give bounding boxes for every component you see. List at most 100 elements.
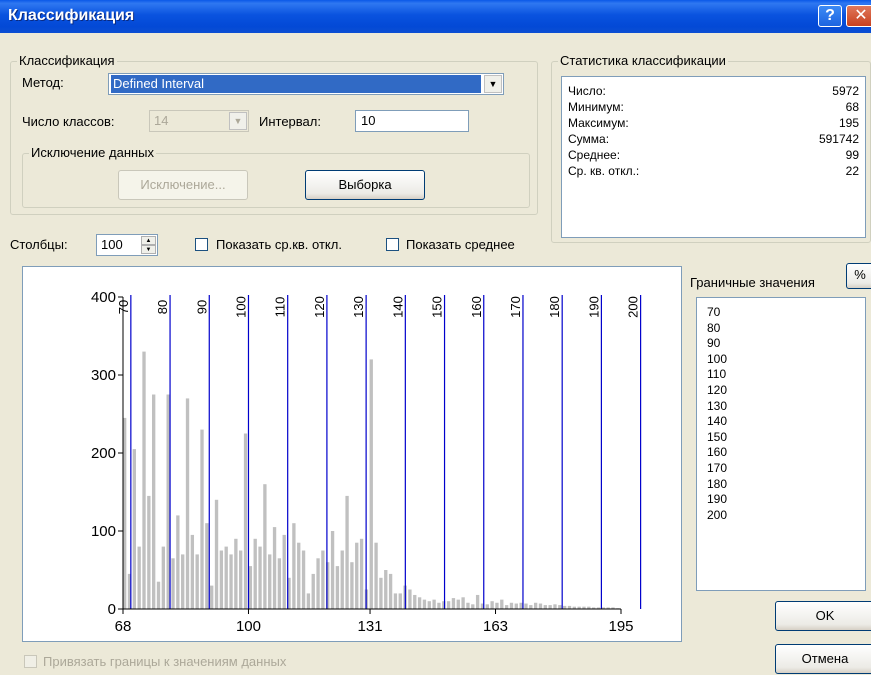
histogram-bar [311, 573, 315, 609]
histogram-bar [210, 585, 214, 609]
histogram-bar [248, 566, 253, 609]
histogram-bar [437, 602, 441, 609]
x-tick-label: 100 [236, 618, 261, 635]
histogram-bar [451, 598, 456, 609]
histogram-bar [369, 359, 373, 609]
histogram-bar [495, 602, 499, 609]
cancel-button[interactable]: Отмена [775, 644, 871, 674]
histogram-bar [529, 605, 533, 609]
break-value-item[interactable]: 80 [707, 321, 720, 336]
histogram-bar [156, 581, 161, 609]
histogram-bar [190, 534, 195, 609]
y-tick-label: 0 [108, 601, 116, 618]
break-value-item[interactable]: 100 [707, 352, 727, 367]
stat-row: Минимум: 68 [568, 100, 859, 114]
x-tick-label: 131 [358, 618, 383, 635]
percent-button[interactable]: % [846, 263, 871, 289]
histogram-bar [553, 604, 557, 609]
histogram-bar [229, 554, 233, 609]
arrow-down-icon[interactable]: ▼ [141, 245, 156, 254]
histogram-bar [355, 542, 359, 609]
histogram-bar [253, 538, 257, 609]
histogram-bar [408, 589, 412, 609]
break-label: 190 [586, 296, 601, 318]
classes-value: 14 [154, 113, 169, 128]
close-icon: ✕ [854, 7, 868, 24]
histogram-bar [272, 527, 277, 609]
break-value-item[interactable]: 170 [707, 461, 727, 476]
histogram-bar [166, 394, 170, 609]
histogram-bar [350, 562, 354, 609]
histogram-bar [422, 599, 427, 609]
break-value-item[interactable]: 140 [707, 414, 727, 429]
sampling-button[interactable]: Выборка [305, 170, 425, 200]
breaks-list[interactable]: 70 80 90 100 110 120 130 140 150 160 170 180 190 200 [696, 297, 866, 591]
show-std-checkbox[interactable] [195, 238, 208, 251]
histogram-bar [519, 602, 523, 609]
break-value-item[interactable]: 70 [707, 305, 720, 320]
snap-checkbox [24, 655, 37, 668]
histogram-bar [330, 531, 335, 609]
method-label: Метод: [22, 75, 64, 90]
stat-row: Число: 5972 [568, 84, 859, 98]
arrow-up-icon[interactable]: ▲ [141, 236, 156, 245]
columns-stepper[interactable]: 100 ▲ ▼ [96, 234, 158, 256]
histogram-bar [277, 558, 282, 609]
classification-group-label: Классификация [17, 53, 117, 69]
break-label: 150 [430, 296, 445, 318]
histogram-bar [432, 599, 436, 609]
break-value-item[interactable]: 120 [707, 383, 727, 398]
histogram-bar [374, 542, 378, 609]
histogram-bar [301, 550, 306, 609]
histogram-bar [195, 554, 199, 609]
stat-row: Сумма: 591742 [568, 132, 859, 146]
x-tick-label: 68 [115, 618, 132, 635]
histogram-bar [509, 602, 514, 609]
histogram-bar [393, 593, 398, 609]
histogram-bar [224, 546, 228, 609]
statistics-box: Число: 5972 Минимум: 68 Максимум: 195 Сумма… [561, 76, 866, 238]
histogram-bar [533, 602, 538, 609]
break-value-item[interactable]: 190 [707, 492, 727, 507]
statistics-group-label: Статистика классификации [558, 53, 728, 69]
break-value-item[interactable]: 160 [707, 445, 727, 460]
break-value-item[interactable]: 180 [707, 477, 727, 492]
interval-input[interactable]: 10 [355, 110, 469, 132]
exclusion-button: Исключение... [118, 170, 248, 200]
histogram-panel[interactable]: 70 80 90 100 110 120 130 140 150 160 170 180 190 200 0… [22, 266, 682, 642]
chevron-down-icon: ▼ [229, 112, 247, 130]
stat-row: Ср. кв. откл.: 22 [568, 164, 859, 178]
stat-row: Максимум: 195 [568, 116, 859, 130]
histogram-bar [234, 538, 238, 609]
break-label: 160 [469, 296, 484, 318]
histogram-bar [268, 554, 272, 609]
break-value-item[interactable]: 90 [707, 336, 720, 351]
break-value-item[interactable]: 200 [707, 508, 727, 523]
breaks-label: Граничные значения [690, 275, 815, 290]
x-tick-label: 195 [608, 618, 633, 635]
help-button[interactable]: ? [818, 5, 842, 27]
ok-button[interactable]: OK [775, 601, 871, 631]
histogram-bar [152, 394, 156, 609]
close-button[interactable]: ✕ [846, 5, 871, 27]
histogram-bar [219, 550, 224, 609]
histogram-bar [538, 603, 543, 609]
y-tick-label: 400 [91, 289, 116, 306]
histogram-bar [345, 495, 349, 609]
histogram-bar [176, 515, 180, 609]
histogram-bar [292, 523, 296, 609]
show-mean-checkbox[interactable] [386, 238, 399, 251]
break-value-item[interactable]: 130 [707, 399, 727, 414]
histogram-bar [384, 570, 388, 609]
break-value-item[interactable]: 110 [707, 367, 726, 382]
chevron-down-icon[interactable]: ▼ [484, 75, 502, 93]
classes-label: Число классов: [22, 114, 115, 129]
break-value-item[interactable]: 150 [707, 430, 727, 445]
histogram-bar [282, 534, 286, 609]
histogram-bar [147, 495, 151, 609]
histogram-bar [543, 605, 547, 609]
method-select[interactable]: Defined Interval ▼ [108, 73, 504, 95]
break-label: 110 [273, 297, 288, 318]
histogram-bar [379, 577, 383, 609]
histogram-bar [181, 554, 185, 609]
